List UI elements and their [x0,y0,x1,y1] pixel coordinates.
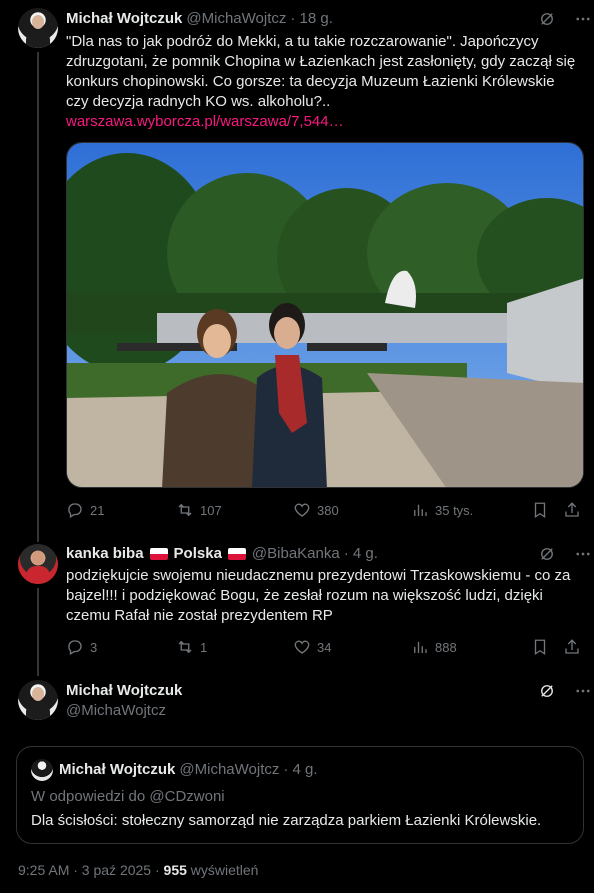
tweet-time[interactable]: · 4 g. [344,545,378,562]
tweet-meta: 9:25 AM · 3 paź 2025 · 955 wyświetleń [18,862,258,878]
author-handle[interactable]: @MichaWojtcz [186,10,286,27]
quoted-text: Dla ścisłości: stołeczny samorząd nie za… [31,812,542,829]
tweet-2[interactable]: kanka biba Polska @BibaKanka · 4 g. podz… [0,534,594,664]
views-chart-icon [414,504,427,516]
quoted-avatar [31,759,53,781]
avatar[interactable] [18,8,58,48]
repost-button[interactable]: 107 [176,501,293,519]
more-dots-icon[interactable] [574,10,592,28]
reply-icon [68,503,82,518]
author-name[interactable]: Michał Wojtczuk [66,10,182,27]
tweet-1[interactable]: Michał Wojtczuk @MichaWojtcz · 18 g. "Dl… [0,0,594,530]
like-count: 34 [317,639,332,655]
reply-button[interactable]: 3 [66,638,176,656]
tweet-text: podziękujcie swojemu nieudacznemu prezyd… [66,567,571,624]
avatar[interactable] [18,680,58,720]
bookmark-icon[interactable] [531,501,549,519]
avatar[interactable] [18,544,58,584]
views-chart-icon [414,641,427,653]
poland-flag-icon [227,547,246,560]
author-handle[interactable]: @BibaKanka [252,545,340,562]
quoted-author-handle: @MichaWojtcz [179,761,280,778]
quoted-tweet[interactable]: Michał Wojtczuk @MichaWojtcz · 4 g. W od… [16,746,584,844]
tweet-text: "Dla nas to jak podróż do Mekki, a tu ta… [66,33,576,110]
quoted-time: · 4 g. [283,761,318,778]
grok-icon[interactable] [538,10,556,28]
repost-icon [178,503,192,517]
heart-icon [294,640,310,654]
author-name-suffix[interactable]: Polska [174,545,222,562]
reply-count: 3 [90,639,98,655]
views-count: 35 tys. [435,502,474,518]
more-dots-icon[interactable] [574,545,592,563]
more-dots-icon[interactable] [574,682,592,700]
reply-to-label: W odpowiedzi do @CDzwoni [31,788,225,805]
tweet-time[interactable]: · 18 g. [290,10,333,27]
reply-button[interactable]: 21 [66,501,176,519]
post-timestamp[interactable]: 9:25 AM · 3 paź 2025 · [18,862,160,878]
bookmark-icon[interactable] [531,638,549,656]
poland-flag-icon [149,547,168,560]
views-button[interactable]: 888 [411,638,531,656]
share-icon[interactable] [563,501,581,519]
author-handle[interactable]: @MichaWojtcz [66,702,166,719]
share-icon[interactable] [563,638,581,656]
author-name[interactable]: kanka biba [66,545,144,562]
reply-count: 21 [90,502,105,518]
view-count: 955 [163,862,187,878]
reply-icon [68,640,82,655]
like-count: 380 [317,502,339,518]
grok-icon[interactable] [538,545,556,563]
repost-count: 1 [200,639,208,655]
like-button[interactable]: 380 [293,501,411,519]
views-label: wyświetleń [190,862,259,878]
repost-count: 107 [200,502,222,518]
photo-image [67,143,583,487]
article-link[interactable]: warszawa.wyborcza.pl/warszawa/7,544… [66,113,344,130]
quoted-author-name: Michał Wojtczuk [59,761,176,778]
views-button[interactable]: 35 tys. [411,501,531,519]
heart-icon [294,503,310,517]
repost-icon [178,640,192,654]
grok-icon[interactable] [538,682,556,700]
tweet-photo[interactable] [66,142,584,488]
repost-button[interactable]: 1 [176,638,293,656]
views-count: 888 [435,639,457,655]
author-name[interactable]: Michał Wojtczuk [66,682,182,699]
like-button[interactable]: 34 [293,638,411,656]
